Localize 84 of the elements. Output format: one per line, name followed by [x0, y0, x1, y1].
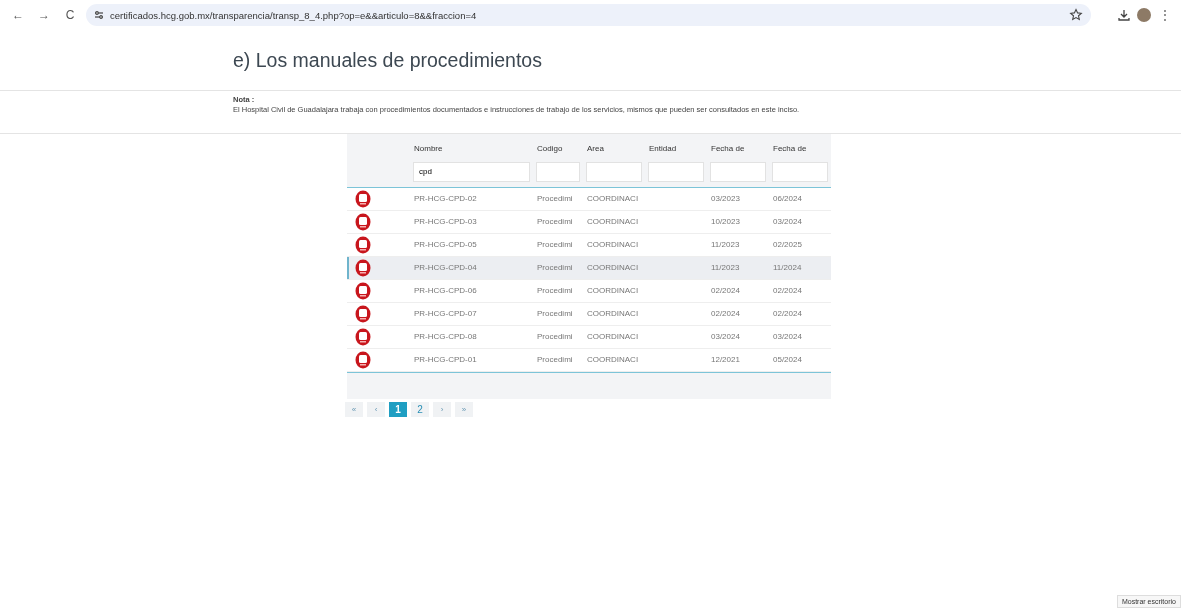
table-cell: 03/2023 — [711, 194, 740, 203]
column-header[interactable]: Area — [587, 144, 604, 153]
page-button[interactable]: » — [455, 401, 473, 417]
table-cell: 12/2021 — [711, 355, 740, 364]
table-cell: 02/2025 — [773, 240, 802, 249]
table-cell: 05/2024 — [773, 355, 802, 364]
table-cell: 11/2023 — [711, 240, 740, 249]
download-icon[interactable] — [1117, 8, 1131, 22]
page-button[interactable]: 2 — [411, 401, 429, 417]
table-row[interactable]: PR-HCG-CPD-06 Procedimi COORDINACI 02/2024 02/2024 — [347, 279, 831, 303]
column-header[interactable]: Entidad — [649, 144, 677, 153]
nav-button[interactable]: C — [60, 8, 80, 22]
table-row[interactable]: PR-HCG-CPD-07 Procedimi COORDINACI 02/2024 02/2024 — [347, 302, 831, 326]
filter-field[interactable] — [710, 161, 766, 182]
table-cell: Procedimi — [537, 355, 573, 364]
table-cell: COORDINACI — [587, 286, 639, 295]
page-button[interactable]: ‹ — [367, 401, 385, 417]
table-cell: PR-HCG-CPD-08 — [414, 332, 477, 341]
url-text: certificados.hcg.gob.mx/transparencia/transp_8_4.php?op=e&&articulo=8&&fraccion=4 — [110, 9, 477, 21]
profile-avatar[interactable] — [1137, 8, 1151, 22]
document-icon[interactable] — [355, 304, 371, 323]
site-info-icon[interactable] — [94, 10, 104, 20]
table-cell: COORDINACI — [587, 355, 639, 364]
table-cell: 02/2024 — [711, 286, 740, 295]
table-row[interactable]: PR-HCG-CPD-03 Procedimi COORDINACI 10/2023 03/2024 — [347, 210, 831, 234]
table-cell: Procedimi — [537, 286, 573, 295]
page-title: e) Los manuales de procedimientos — [233, 48, 542, 72]
table-cell: 02/2024 — [711, 309, 740, 318]
table-cell: COORDINACI — [587, 309, 639, 318]
column-header[interactable]: Fecha de — [773, 144, 807, 153]
table-cell: Procedimi — [537, 240, 573, 249]
filter-field[interactable] — [648, 161, 704, 182]
document-icon[interactable] — [355, 235, 371, 254]
column-header[interactable]: Codigo — [537, 144, 563, 153]
table-row[interactable]: PR-HCG-CPD-05 Procedimi COORDINACI 11/2023 02/2025 — [347, 233, 831, 257]
table-cell: COORDINACI — [587, 240, 639, 249]
document-icon[interactable] — [355, 258, 371, 277]
page-button[interactable]: › — [433, 401, 451, 417]
address-bar[interactable]: certificados.hcg.gob.mx/transparencia/transp_8_4.php?op=e&&articulo=8&&fraccion=4 — [86, 4, 1091, 26]
table-cell: Procedimi — [537, 263, 573, 272]
table-cell: Procedimi — [537, 332, 573, 341]
filter-field[interactable] — [536, 161, 580, 182]
filter-field[interactable] — [772, 161, 828, 182]
table-cell: 02/2024 — [773, 309, 802, 318]
table-cell: 03/2024 — [773, 332, 802, 341]
table-cell: 02/2024 — [773, 286, 802, 295]
table-row[interactable]: PR-HCG-CPD-02 Procedimi COORDINACI 03/2023 06/2024 — [347, 186, 831, 211]
table-row[interactable]: PR-HCG-CPD-08 Procedimi COORDINACI 03/2024 03/2024 — [347, 325, 831, 349]
table-cell: COORDINACI — [587, 263, 639, 272]
column-header[interactable]: Fecha de — [711, 144, 745, 153]
document-icon[interactable] — [355, 189, 371, 208]
column-header[interactable]: Nombre — [414, 144, 443, 153]
table-cell: Procedimi — [537, 217, 573, 226]
nav-button[interactable]: → — [34, 8, 54, 22]
table-cell: 03/2024 — [773, 217, 802, 226]
table-cell: PR-HCG-CPD-05 — [414, 240, 477, 249]
table-row[interactable]: PR-HCG-CPD-04 Procedimi COORDINACI 11/2023 11/2024 — [347, 256, 831, 280]
filter-field[interactable]: cpd — [413, 161, 530, 182]
table-cell: PR-HCG-CPD-01 — [414, 355, 477, 364]
table-cell: PR-HCG-CPD-04 — [414, 263, 477, 272]
table-cell: PR-HCG-CPD-02 — [414, 194, 477, 203]
table-cell: PR-HCG-CPD-07 — [414, 309, 477, 318]
document-icon[interactable] — [355, 350, 371, 369]
page-button[interactable]: « — [345, 401, 363, 417]
document-icon[interactable] — [355, 281, 371, 300]
table-cell: PR-HCG-CPD-03 — [414, 217, 477, 226]
table-cell: PR-HCG-CPD-06 — [414, 286, 477, 295]
star-icon[interactable] — [1069, 8, 1083, 22]
table-cell: COORDINACI — [587, 217, 639, 226]
table-cell: 11/2023 — [711, 263, 740, 272]
document-icon[interactable] — [355, 212, 371, 231]
table-cell: 06/2024 — [773, 194, 802, 203]
table-cell: COORDINACI — [587, 332, 639, 341]
table-cell: COORDINACI — [587, 194, 639, 203]
table-cell: Procedimi — [537, 309, 573, 318]
nav-button[interactable]: ← — [8, 8, 28, 22]
table-cell: 11/2024 — [773, 263, 802, 272]
table-cell: 10/2023 — [711, 217, 740, 226]
table-row[interactable]: PR-HCG-CPD-01 Procedimi COORDINACI 12/2021 05/2024 — [347, 348, 831, 372]
table-cell: 03/2024 — [711, 332, 740, 341]
filter-field[interactable] — [586, 161, 642, 182]
page-button[interactable]: 1 — [389, 401, 407, 417]
document-icon[interactable] — [355, 327, 371, 346]
table-cell: Procedimi — [537, 194, 573, 203]
